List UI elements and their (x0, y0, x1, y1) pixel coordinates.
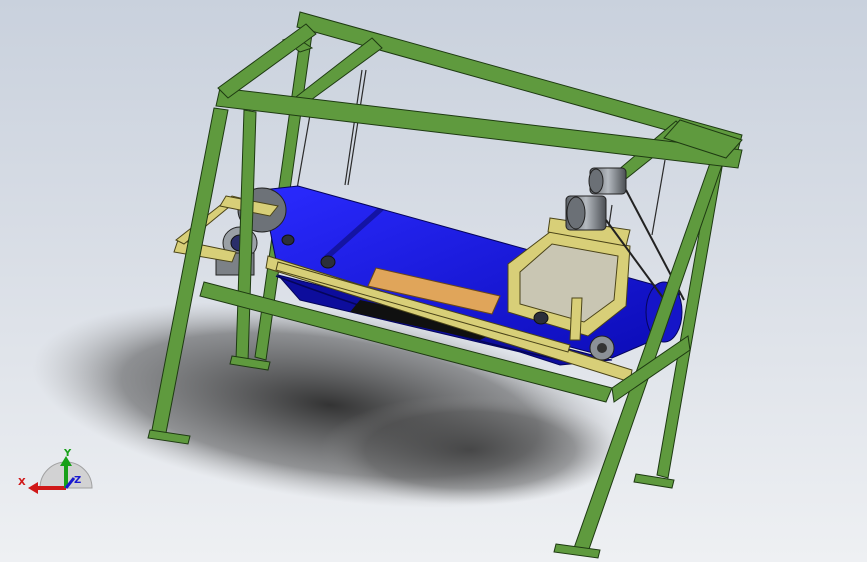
triad-x-arrow (28, 482, 38, 494)
triad-x-label: X (18, 477, 26, 488)
support-post (569, 297, 583, 341)
triad-y-label: Y (63, 448, 72, 459)
triad-z-label: Z (74, 475, 81, 486)
conveyor-assembly-model[interactable]: X Y Z (0, 0, 867, 562)
cad-viewport[interactable]: X Y Z (0, 0, 867, 562)
view-triad[interactable]: X Y Z (18, 448, 93, 494)
